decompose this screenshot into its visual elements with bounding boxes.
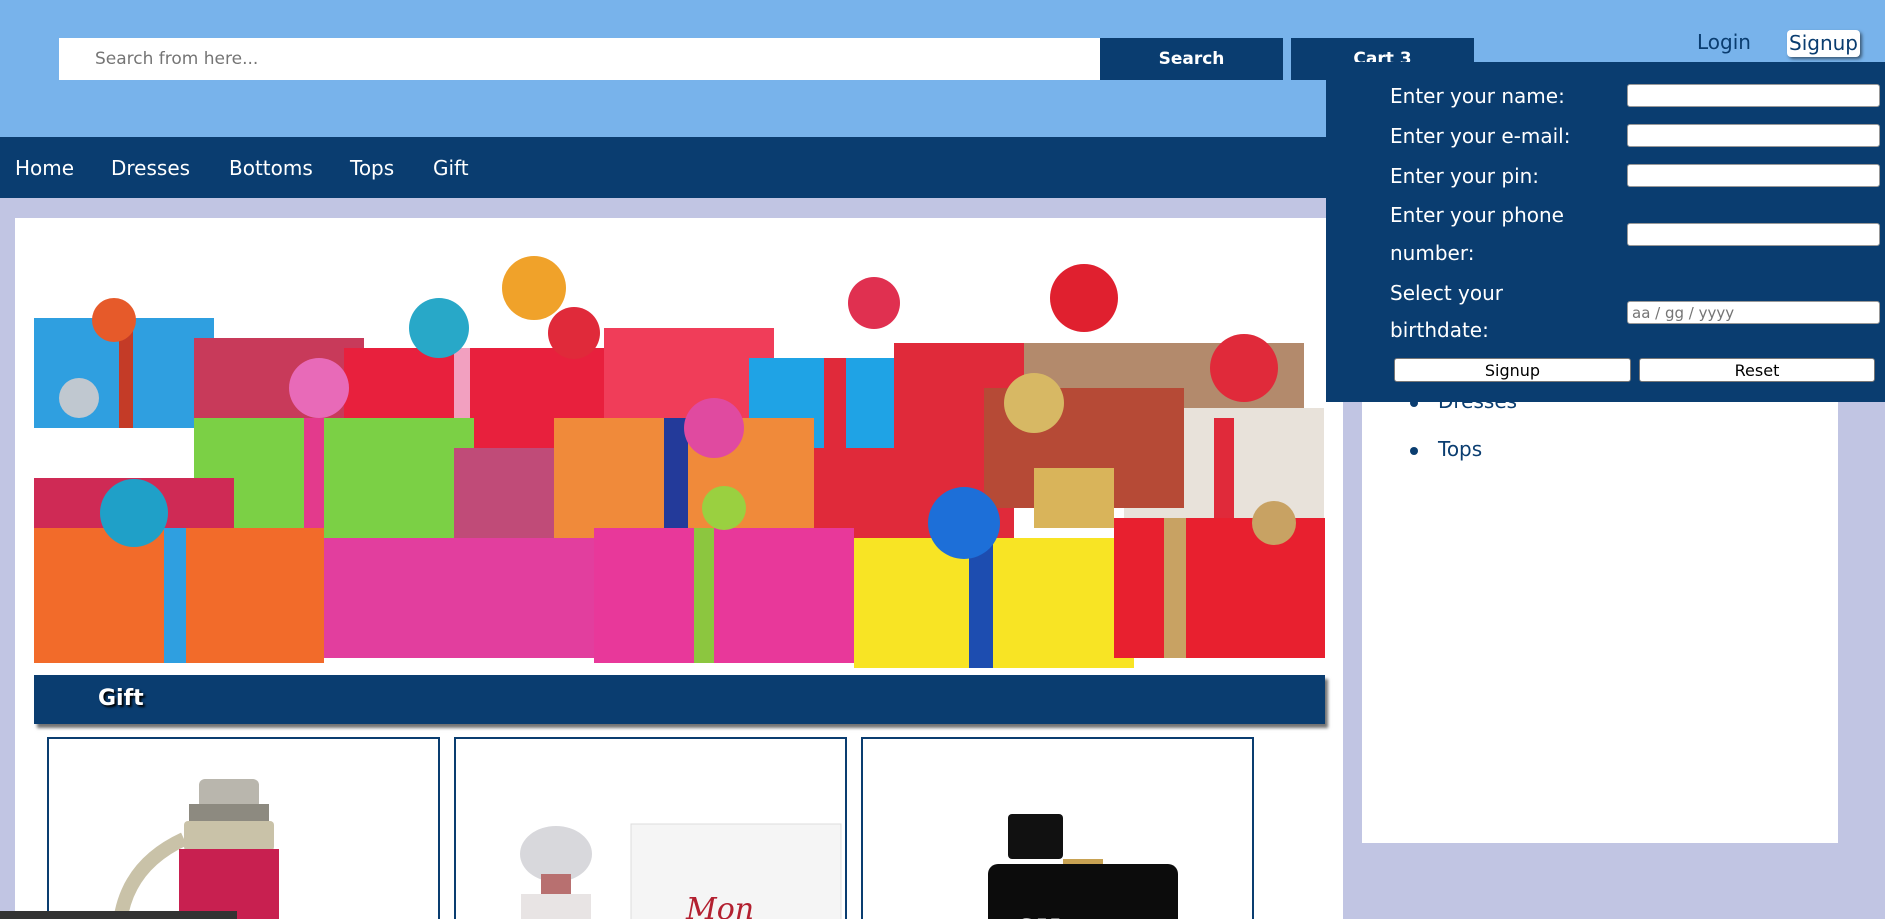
name-label: Enter your name:	[1390, 84, 1565, 108]
phone-label: number:	[1390, 241, 1475, 265]
product-card[interactable]: CH	[861, 737, 1254, 919]
sidebar-item-tops[interactable]: Tops	[1438, 437, 1482, 461]
black-perfume-bottle-image: CH	[988, 814, 1178, 919]
thermos-flask-image	[113, 779, 279, 919]
phone-field[interactable]	[1627, 223, 1880, 246]
signup-submit-button[interactable]: Signup	[1394, 358, 1631, 382]
nav-item-dresses[interactable]: Dresses	[111, 156, 190, 180]
section-title: Gift	[98, 686, 144, 711]
search-input[interactable]	[59, 38, 1100, 80]
nav-item-tops[interactable]: Tops	[350, 156, 394, 180]
pin-label: Enter your pin:	[1390, 164, 1540, 188]
gift-banner-image	[34, 248, 1325, 673]
gift-boxes-pile-image	[34, 248, 1325, 673]
birthdate-label: birthdate:	[1390, 318, 1489, 342]
nav-item-home[interactable]: Home	[15, 156, 74, 180]
login-link[interactable]: Login	[1697, 30, 1751, 54]
svg-text:CH: CH	[1015, 913, 1061, 919]
email-label: Enter your e-mail:	[1390, 124, 1571, 148]
signup-link[interactable]: Signup	[1787, 30, 1860, 57]
search-button[interactable]: Search	[1100, 38, 1283, 80]
pin-field[interactable]	[1627, 164, 1880, 187]
birthdate-field[interactable]	[1627, 301, 1880, 324]
perfume-bottle-box-image: Mon	[520, 823, 842, 919]
sidebar-panel	[1362, 380, 1838, 843]
product-card[interactable]: Mon	[454, 737, 847, 919]
list-bullet	[1410, 447, 1418, 455]
product-card[interactable]	[47, 737, 440, 919]
nav-item-gift[interactable]: Gift	[433, 156, 469, 180]
email-field[interactable]	[1627, 124, 1880, 147]
name-field[interactable]	[1627, 84, 1880, 107]
reset-button[interactable]: Reset	[1639, 358, 1875, 382]
bottom-bar	[0, 911, 237, 919]
birthdate-label: Select your	[1390, 281, 1504, 305]
phone-label: Enter your phone	[1390, 203, 1564, 227]
svg-text:Mon: Mon	[685, 892, 754, 919]
section-header: Gift	[34, 675, 1325, 724]
nav-item-bottoms[interactable]: Bottoms	[229, 156, 313, 180]
